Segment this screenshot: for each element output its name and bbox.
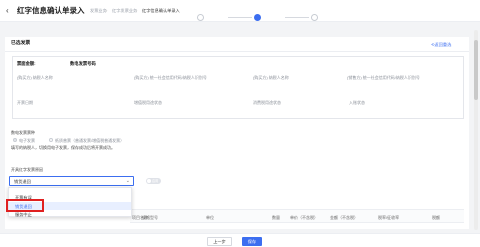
breadcrumb-item: 红字信息确认单录入 — [142, 8, 180, 13]
dropdown-option-label: 服务中止 — [15, 211, 32, 217]
chevron-down-icon: ⌄ — [125, 178, 130, 184]
buyer-name-field: (购买方) 纳税人名称 — [17, 75, 53, 80]
step-connector — [228, 17, 252, 18]
th-quantity: 数量 — [272, 215, 280, 220]
invoice-info-box: 票面金额: 数电发票号码 (购买方) 纳税人名称 (购买方) 统一社会信用代码/… — [12, 56, 464, 119]
save-button[interactable]: 保存 — [242, 237, 262, 246]
selected-invoice-title: 已选发票 — [11, 41, 31, 46]
scrollbar[interactable] — [474, 30, 478, 230]
divider — [5, 51, 469, 52]
scrollbar-thumb[interactable] — [474, 40, 478, 100]
reason-select[interactable]: 销货退回 ⌄ — [9, 176, 134, 186]
vat-status-field: 增值税用途状态 — [134, 100, 162, 105]
th-tax-amount: 税额 — [432, 215, 440, 220]
enable-toggle[interactable]: 启用 — [146, 178, 161, 184]
breadcrumb-separator: › — [136, 8, 138, 13]
breadcrumb-item[interactable]: 发票业务 — [90, 8, 107, 13]
top-bar: ‹ 红字信息确认单录入 发票业务 › 红字发票业务 › 红字信息确认单录入 — [0, 0, 480, 22]
toggle-knob — [147, 179, 151, 183]
item-table-header: 项目名称 规格型号 单位 数量 单价（不含税） 金额（不含税） 税率/征收率 税… — [130, 209, 464, 223]
th-amount: 金额（不含税） — [330, 215, 358, 220]
breadcrumb-item[interactable]: 红字发票业务 — [112, 8, 137, 13]
invoice-type-hint: 填写的纳税人，切换用电子发票，保存成功后将开票成功。 — [11, 145, 115, 150]
invoice-number-label: 数电发票号码 — [70, 61, 96, 66]
step-connector — [285, 17, 309, 18]
seller-taxid-field: (销售方) 统一社会信用代码/纳税人识别号 — [347, 75, 420, 80]
invoice-type-label: 数电发票票种 — [11, 130, 35, 135]
step-2-icon — [254, 14, 261, 21]
th-tax-rate: 税率/征收率 — [378, 215, 400, 220]
issue-date-field: 开票日期 — [17, 100, 33, 105]
seller-name-field: (购买方) 纳税人名称 — [253, 75, 289, 80]
radio-electronic-label: 电子发票 — [19, 137, 35, 143]
entry-status-field: 入账状态 — [349, 100, 365, 105]
th-unit-price: 单价（不含税） — [290, 215, 318, 220]
buyer-taxid-field: (购买方) 统一社会信用代码/纳税人识别号 — [134, 75, 207, 80]
step-indicator — [0, 14, 480, 22]
radio-electronic[interactable] — [13, 138, 17, 142]
radio-paper-label: 纸质普票（普通发票/增值税普通发票） — [55, 137, 125, 143]
step-1-icon — [197, 14, 204, 21]
th-unit: 单位 — [206, 215, 214, 220]
step-3-icon — [311, 14, 318, 21]
annotation-highlight-box — [6, 199, 44, 212]
reason-label: 开具红字发票原因 — [11, 167, 43, 172]
th-spec: 规格型号 — [142, 215, 158, 220]
radio-paper[interactable] — [49, 138, 53, 142]
consumption-tax-status-field: 消费税用途状态 — [253, 100, 281, 105]
reselect-link[interactable]: ⟲返回重选 — [431, 42, 451, 47]
amount-label: 票面金额: — [17, 61, 36, 66]
reason-select-value: 销货退回 — [14, 179, 31, 184]
breadcrumb-separator: › — [106, 8, 108, 13]
toggle-label: 启用 — [152, 178, 159, 183]
prev-step-button[interactable]: 上一步 — [207, 237, 232, 246]
footer-bar: 上一步 保存 — [0, 233, 480, 247]
